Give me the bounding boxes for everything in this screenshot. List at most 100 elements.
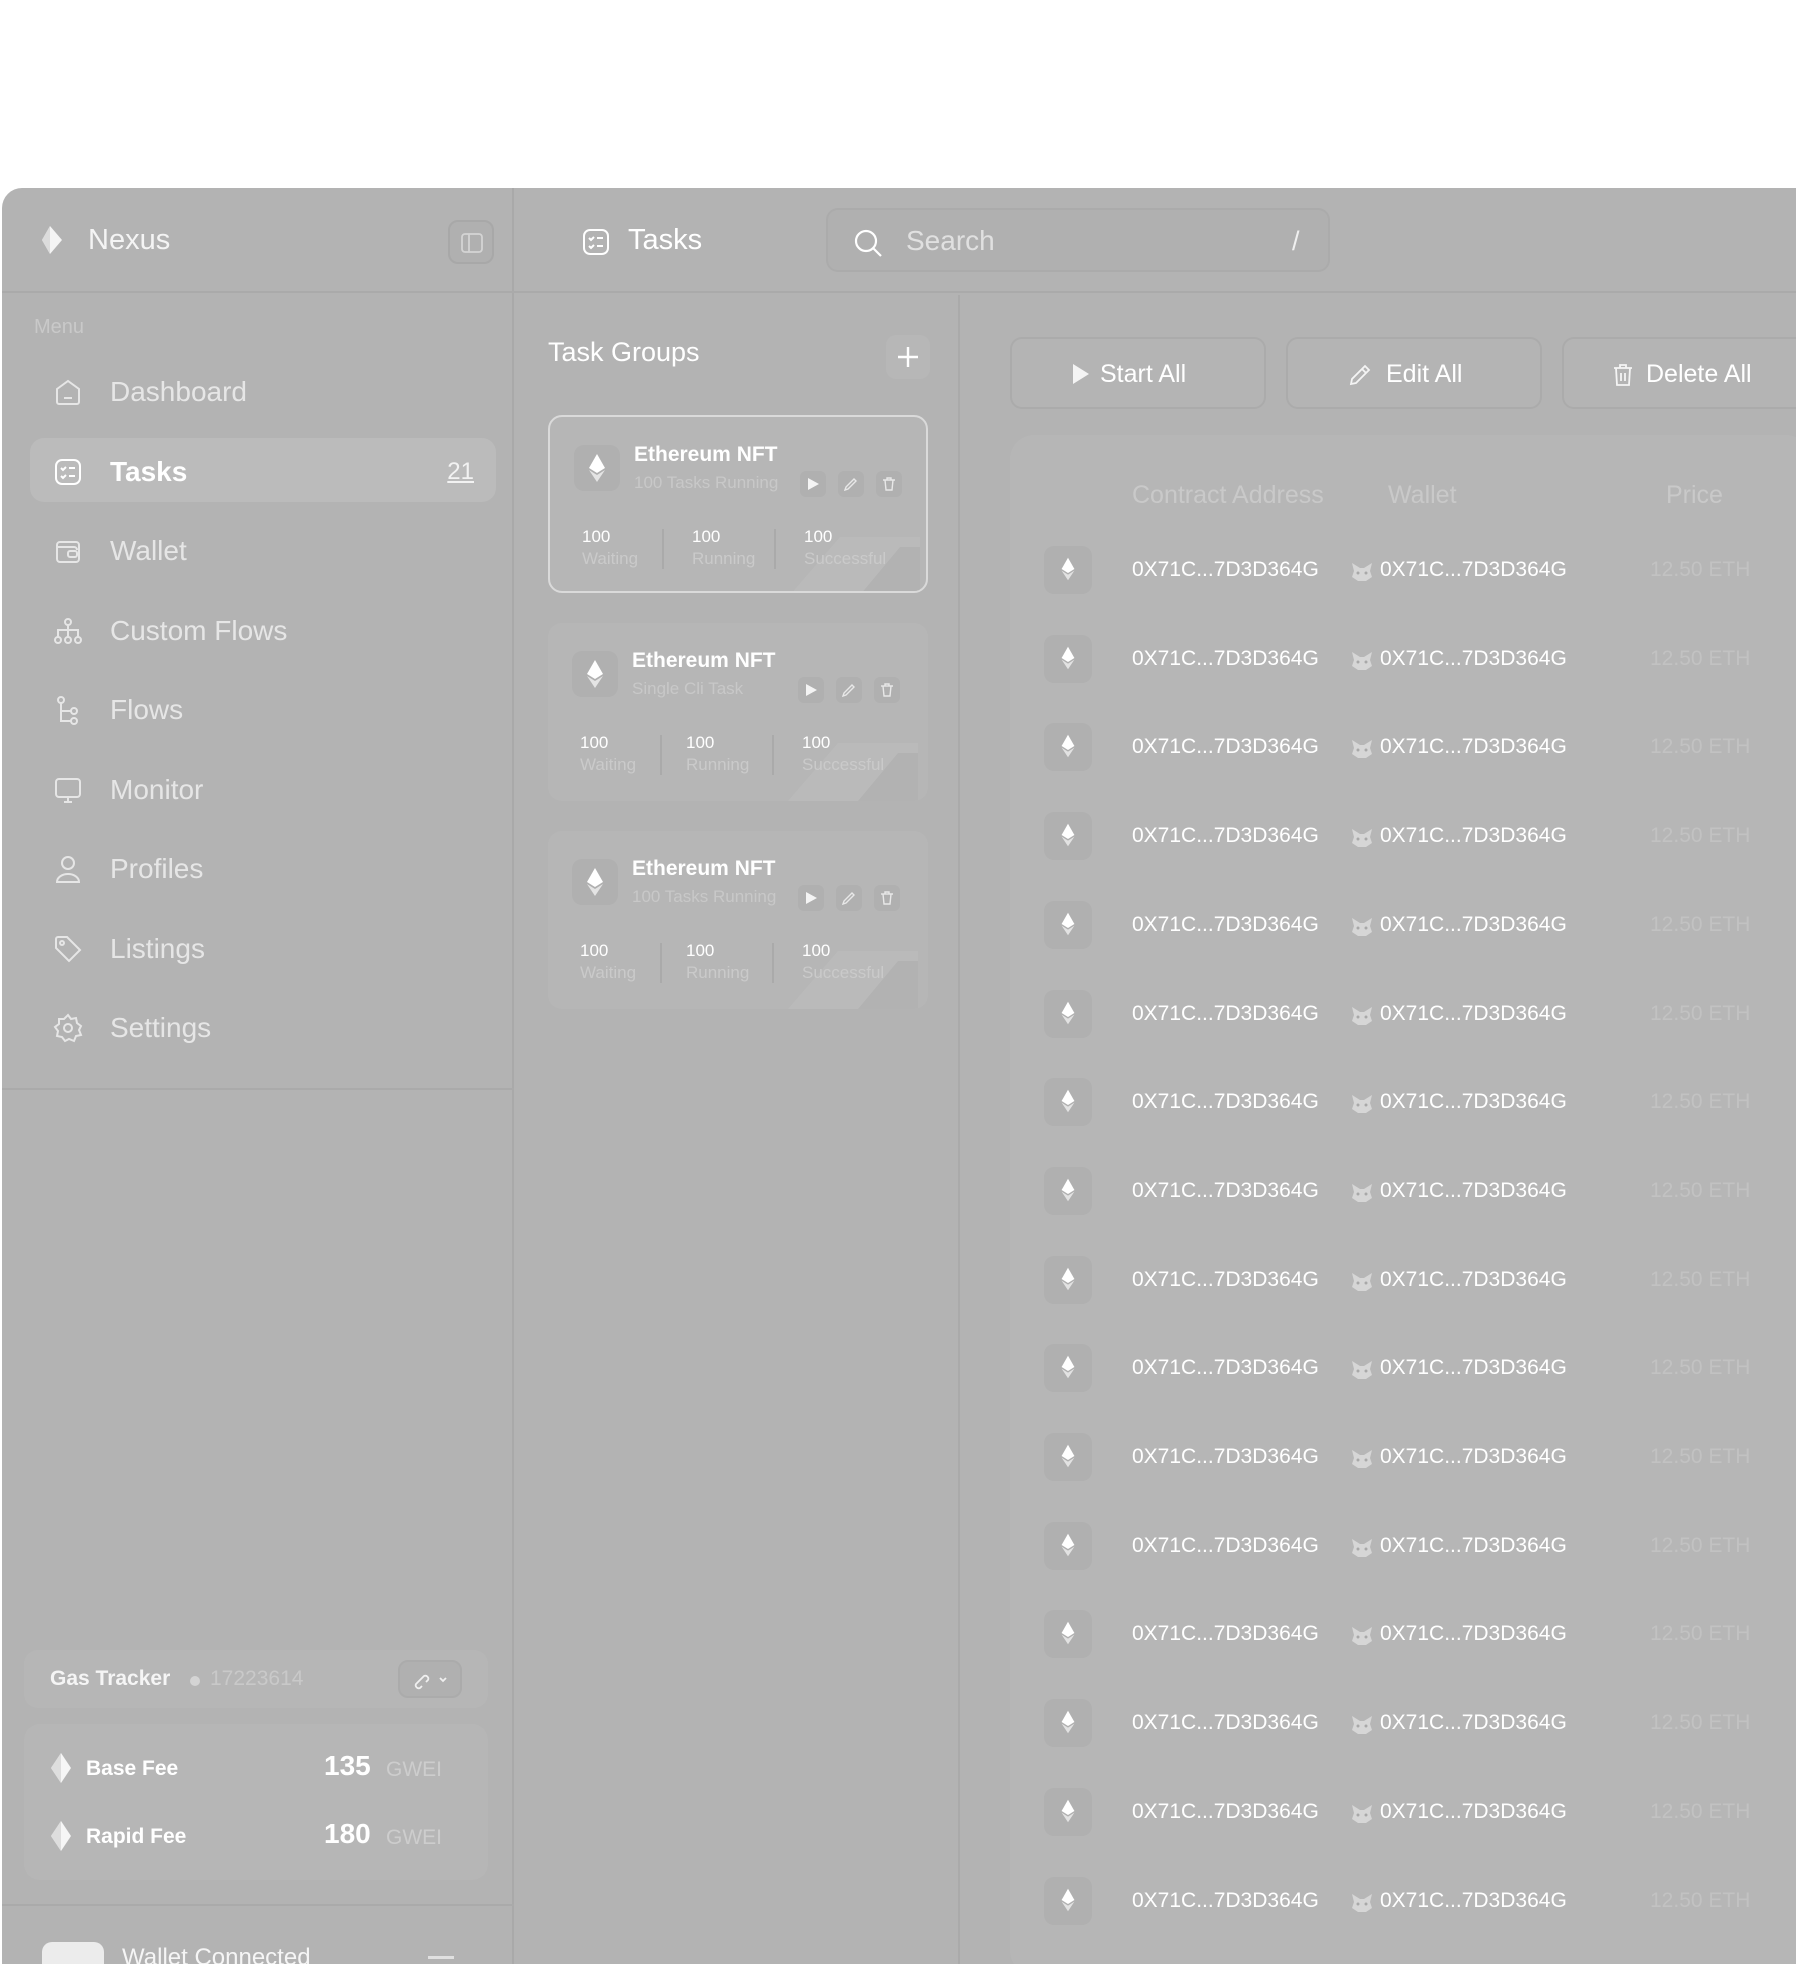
wallet-address: 0X71C...7D3D364G bbox=[1380, 1888, 1567, 1912]
wallet-address: 0X71C...7D3D364G bbox=[1380, 1178, 1567, 1202]
price-value: 12.50 ETH bbox=[1650, 1445, 1751, 1468]
table-row[interactable]: 0X71C...7D3D364G 0X71C...7D3D364G 12.50 ET… bbox=[1044, 540, 1796, 600]
base-fee-unit: GWEI bbox=[386, 1758, 442, 1781]
group-delete-button[interactable] bbox=[874, 885, 900, 911]
group-edit-button[interactable] bbox=[836, 885, 862, 911]
contract-address: 0X71C...7D3D364G bbox=[1132, 1711, 1319, 1735]
group-start-button[interactable] bbox=[798, 885, 824, 911]
contract-address: 0X71C...7D3D364G bbox=[1132, 1888, 1319, 1912]
group-edit-button[interactable] bbox=[838, 471, 864, 497]
group-start-button[interactable] bbox=[798, 677, 824, 703]
contract-address: 0X71C...7D3D364G bbox=[1132, 1090, 1319, 1114]
edit-all-label: Edit All bbox=[1386, 360, 1463, 388]
sidebar-collapse-button[interactable] bbox=[448, 220, 494, 264]
metamask-fox-icon bbox=[1352, 740, 1372, 759]
waiting-label: Waiting bbox=[580, 755, 637, 774]
row-chain-icon bbox=[1044, 1078, 1092, 1127]
price-value: 12.50 ETH bbox=[1650, 558, 1751, 581]
wallet-divider bbox=[2, 1904, 514, 1906]
sidebar-item-wallet[interactable]: Wallet bbox=[30, 517, 496, 581]
sidebar-item-settings[interactable]: Settings bbox=[30, 994, 496, 1058]
sidebar-item-dashboard[interactable]: Dashboard bbox=[30, 358, 496, 422]
table-row[interactable]: 0X71C...7D3D364G 0X71C...7D3D364G 12.50 ET… bbox=[1044, 1161, 1796, 1221]
table-row[interactable]: 0X71C...7D3D364G 0X71C...7D3D364G 12.50 ET… bbox=[1044, 1871, 1796, 1931]
successful-stat: 100 Successful bbox=[804, 527, 886, 569]
start-all-button[interactable]: Start All bbox=[1010, 337, 1266, 409]
group-start-button[interactable] bbox=[800, 471, 826, 497]
table-row[interactable]: 0X71C...7D3D364G 0X71C...7D3D364G 12.50 ET… bbox=[1044, 1693, 1796, 1753]
sidebar-item-listings[interactable]: Listings bbox=[30, 915, 496, 979]
search-input[interactable] bbox=[906, 222, 1266, 260]
table-row[interactable]: 0X71C...7D3D364G 0X71C...7D3D364G 12.50 ET… bbox=[1044, 1338, 1796, 1398]
delete-all-button[interactable]: Delete All bbox=[1562, 337, 1796, 409]
sidebar-item-label: Settings bbox=[110, 1012, 212, 1043]
table-row[interactable]: 0X71C...7D3D364G 0X71C...7D3D364G 12.50 ET… bbox=[1044, 1782, 1796, 1842]
row-chain-icon bbox=[1044, 1166, 1092, 1215]
add-task-group-button[interactable] bbox=[886, 335, 930, 379]
running-label: Running bbox=[692, 549, 756, 568]
task-group-card[interactable]: Ethereum NFT Single Cli Task 100 Waiting 100… bbox=[548, 623, 928, 801]
edit-all-button[interactable]: Edit All bbox=[1286, 337, 1542, 409]
row-chain-icon bbox=[1044, 723, 1092, 772]
group-delete-button[interactable] bbox=[874, 677, 900, 703]
trash-icon bbox=[881, 683, 893, 697]
search-box[interactable]: / bbox=[826, 208, 1330, 272]
table-row[interactable]: 0X71C...7D3D364G 0X71C...7D3D364G 12.50 ET… bbox=[1044, 717, 1796, 777]
wallet-menu-icon[interactable] bbox=[428, 1956, 454, 1959]
waiting-count: 100 bbox=[580, 941, 609, 960]
successful-count: 100 bbox=[802, 941, 831, 960]
play-icon bbox=[806, 684, 817, 696]
stat-divider bbox=[774, 529, 776, 569]
contract-address: 0X71C...7D3D364G bbox=[1132, 1356, 1319, 1380]
price-value: 12.50 ETH bbox=[1650, 1178, 1751, 1202]
running-stat: 100 Running bbox=[692, 527, 755, 569]
wallet-address: 0X71C...7D3D364G bbox=[1380, 824, 1567, 848]
ethereum-icon bbox=[589, 454, 605, 482]
contract-address: 0X71C...7D3D364G bbox=[1132, 1533, 1319, 1557]
table-row[interactable]: 0X71C...7D3D364G 0X71C...7D3D364G 12.50 ET… bbox=[1044, 895, 1796, 955]
ethereum-icon bbox=[1061, 823, 1075, 847]
table-row[interactable]: 0X71C...7D3D364G 0X71C...7D3D364G 12.50 ET… bbox=[1044, 629, 1796, 689]
table-row[interactable]: 0X71C...7D3D364G 0X71C...7D3D364G 12.50 ET… bbox=[1044, 1250, 1796, 1310]
price-value: 12.50 ETH bbox=[1650, 912, 1751, 936]
metamask-fox-icon bbox=[1352, 1361, 1372, 1380]
table-row[interactable]: 0X71C...7D3D364G 0X71C...7D3D364G 12.50 ET… bbox=[1044, 1427, 1796, 1487]
group-chain-icon bbox=[574, 445, 620, 491]
ethereum-icon bbox=[1061, 1622, 1075, 1645]
wallet-address: 0X71C...7D3D364G bbox=[1380, 1356, 1567, 1380]
table-row[interactable]: 0X71C...7D3D364G 0X71C...7D3D364G 12.50 ET… bbox=[1044, 806, 1796, 866]
table-row[interactable]: 0X71C...7D3D364G 0X71C...7D3D364G 12.50 ET… bbox=[1044, 1072, 1796, 1132]
table-row[interactable]: 0X71C...7D3D364G 0X71C...7D3D364G 12.50 ET… bbox=[1044, 1604, 1796, 1664]
stat-divider bbox=[660, 943, 662, 983]
waiting-stat: 100 Waiting bbox=[582, 527, 638, 569]
successful-label: Successful bbox=[804, 549, 887, 568]
metamask-fox-icon bbox=[1352, 1538, 1372, 1557]
sidebar-item-tasks[interactable]: Tasks 21 bbox=[30, 437, 496, 502]
gas-link-dropdown[interactable] bbox=[398, 1660, 462, 1698]
running-count: 100 bbox=[686, 941, 715, 960]
search-shortcut-key: / bbox=[1292, 226, 1300, 256]
metamask-fox-icon bbox=[1352, 1893, 1372, 1912]
sidebar-item-flows[interactable]: Flows bbox=[30, 676, 496, 740]
task-group-card[interactable]: Ethereum NFT 100 Tasks Running 100 Waiting 1… bbox=[548, 831, 928, 1009]
metamask-fox-icon bbox=[1352, 1716, 1372, 1735]
top-bar: Tasks / bbox=[514, 188, 1796, 293]
sidebar-item-profiles[interactable]: Profiles bbox=[30, 835, 496, 899]
group-subtitle: 100 Tasks Running bbox=[634, 473, 779, 492]
price-value: 12.50 ETH bbox=[1650, 1001, 1751, 1025]
gas-tracker-header: Gas Tracker 17223614 bbox=[24, 1650, 488, 1708]
group-delete-button[interactable] bbox=[876, 471, 902, 497]
metamask-fox-icon bbox=[1352, 917, 1372, 936]
contract-address: 0X71C...7D3D364G bbox=[1132, 1267, 1319, 1291]
table-row[interactable]: 0X71C...7D3D364G 0X71C...7D3D364G 12.50 ET… bbox=[1044, 984, 1796, 1044]
sidebar-item-monitor[interactable]: Monitor bbox=[30, 756, 496, 820]
table-row[interactable]: 0X71C...7D3D364G 0X71C...7D3D364G 12.50 ET… bbox=[1044, 1516, 1796, 1576]
ethereum-icon bbox=[1061, 1267, 1075, 1290]
group-edit-button[interactable] bbox=[836, 677, 862, 703]
wallet-address: 0X71C...7D3D364G bbox=[1380, 1533, 1567, 1557]
sidebar-item-custom-flows[interactable]: Custom Flows bbox=[30, 597, 496, 661]
nexus-logo-icon bbox=[42, 226, 62, 254]
task-group-card[interactable]: Ethereum NFT 100 Tasks Running 100 Waiting 1… bbox=[548, 415, 928, 593]
group-name: Ethereum NFT bbox=[632, 857, 776, 880]
wallet-address: 0X71C...7D3D364G bbox=[1380, 1445, 1567, 1468]
